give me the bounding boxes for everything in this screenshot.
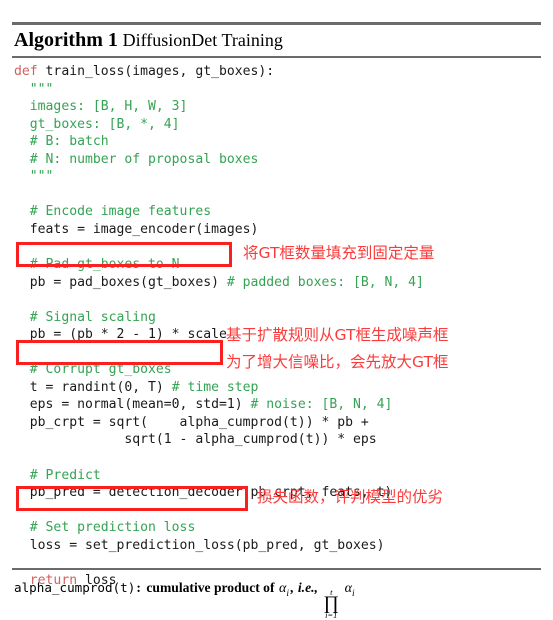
annotation-text-corrupt-gt-boxes-line2: 为了增大信噪比，会先放大GT框 (226, 353, 449, 371)
code-token: pb_crpt = sqrt( alpha_cumprod(t)) * pb + (29, 414, 369, 430)
code-token: # Signal scaling (29, 309, 156, 325)
code-line: def train_loss(images, gt_boxes): (14, 63, 544, 81)
code-token: t = randint(0, T) (29, 379, 172, 395)
code-token: # time step (171, 379, 259, 395)
code-line: """ (14, 81, 544, 99)
code-line: # B: batch (14, 133, 544, 151)
code-token: def (14, 64, 46, 79)
footnote-alpha-i: αi (279, 581, 289, 599)
page-title: Algorithm 1 DiffusionDet Training (14, 26, 283, 55)
code-line: pb_crpt = sqrt( alpha_cumprod(t)) * pb + (14, 414, 544, 432)
code-line: # Encode image features (14, 203, 544, 221)
code-token: pb = (pb * 2 - 1) * scale (29, 327, 227, 343)
code-line: eps = normal(mean=0, std=1) # noise: [B,… (14, 396, 544, 414)
code-token: sqrt(1 - alpha_cumprod(t)) * eps (29, 432, 377, 448)
code-token: loss = set_prediction_loss(pb_pred, gt_b… (29, 537, 385, 553)
code-token: feats = image_encoder(images) (29, 221, 259, 237)
algorithm-block: Algorithm 1 DiffusionDet Training def tr… (0, 0, 553, 619)
code-token: # Encode image features (29, 204, 212, 220)
code-token: eps = normal(mean=0, std=1) (29, 397, 251, 413)
code-token: """ (29, 81, 54, 97)
code-token: # padded boxes: [B, N, 4] (226, 274, 424, 290)
code-line: # Signal scaling (14, 309, 544, 327)
code-token: # Predict (29, 467, 101, 483)
code-line: t = randint(0, T) # time step (14, 379, 544, 397)
code-token: # noise: [B, N, 4] (250, 397, 393, 413)
code-line: pb = pad_boxes(gt_boxes) # padded boxes:… (14, 274, 544, 292)
annotation-text-pad-gt-boxes: 将GT框数量填充到固定定量 (243, 244, 435, 262)
code-line: # N: number of proposal boxes (14, 151, 544, 169)
code-token: # Pad gt_boxes to N (29, 257, 180, 273)
code-token: images: [B, H, W, 3] (29, 99, 188, 115)
annotation-text-corrupt-gt-boxes-line1: 基于扩散规则从GT框生成噪声框 (226, 326, 449, 344)
code-line: gt_boxes: [B, *, 4] (14, 116, 544, 134)
annotation-text-set-prediction-loss: 损失函数，评判模型的优劣 (257, 488, 444, 506)
code-token: # B: batch (29, 134, 109, 150)
code-token: gt_boxes: [B, *, 4] (29, 116, 180, 132)
footnote-function: alpha_cumprod(t) (14, 580, 136, 595)
code-token: # N: number of proposal boxes (29, 151, 259, 167)
code-token: pb = pad_boxes(gt_boxes) (29, 274, 227, 290)
code-token: # Set prediction loss (29, 520, 196, 536)
algorithm-label: Algorithm 1 (14, 29, 118, 51)
code-line: images: [B, H, W, 3] (14, 98, 544, 116)
code-token: # Corrupt gt_boxes (29, 362, 172, 378)
rule-mid (12, 56, 541, 58)
algorithm-name: DiffusionDet Training (122, 30, 283, 50)
rule-top (12, 22, 541, 25)
rule-bottom (12, 568, 541, 571)
footnote-ie: i.e., (297, 580, 318, 595)
code-line: # Set prediction loss (14, 519, 544, 537)
code-line: """ (14, 168, 544, 186)
footnote-description: cumulative product of (146, 580, 275, 595)
footnote-product-term: αi (344, 581, 355, 599)
footnote: alpha_cumprod(t): cumulative product of … (14, 580, 355, 620)
code-token: train_loss(images, gt_boxes): (45, 64, 275, 79)
code-line: sqrt(1 - alpha_cumprod(t)) * eps (14, 431, 544, 449)
product-operator: t ∏ i=1 (323, 587, 340, 620)
code-token: """ (29, 169, 54, 185)
code-line: # Predict (14, 467, 544, 485)
code-line: loss = set_prediction_loss(pb_pred, gt_b… (14, 537, 544, 555)
code-line: feats = image_encoder(images) (14, 221, 544, 239)
